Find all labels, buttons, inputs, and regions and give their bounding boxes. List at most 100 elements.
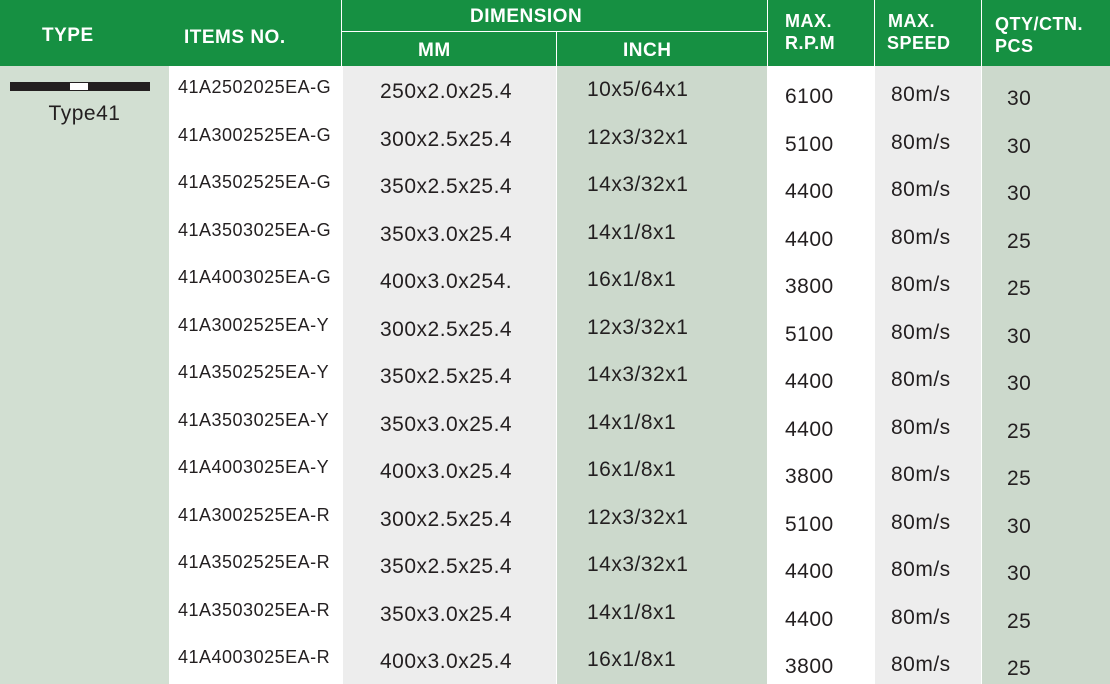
max-rpm-cell: 3800 [768, 446, 874, 494]
header-divider [341, 0, 342, 66]
item-number-cell: 41A4003025EA-Y [169, 446, 342, 494]
qty-per-carton-cell: 30 [982, 161, 1110, 209]
dimension-inch-cell: 14x1/8x1 [557, 398, 767, 446]
table-row: 41A2502025EA-G 250x2.0x25.4 10x5/64x1 6100 8… [169, 66, 1110, 114]
qty-per-carton-cell: 30 [982, 493, 1110, 541]
table-row: 41A3502525EA-Y 350x2.5x25.4 14x3/32x1 4400 8… [169, 351, 1110, 399]
table-row: 41A3002525EA-R 300x2.5x25.4 12x3/32x1 5100 8… [169, 493, 1110, 541]
table-row: 41A4003025EA-Y 400x3.0x25.4 16x1/8x1 3800 80… [169, 446, 1110, 494]
max-speed-cell: 80m/s [875, 446, 981, 494]
max-rpm-cell: 4400 [768, 541, 874, 589]
header-divider [874, 0, 875, 66]
qty-per-carton-cell: 25 [982, 636, 1110, 684]
max-rpm-cell: 3800 [768, 256, 874, 304]
header-divider [556, 31, 557, 66]
type-label: Type41 [48, 102, 121, 125]
max-speed-cell: 80m/s [875, 256, 981, 304]
dimension-mm-cell: 300x2.5x25.4 [343, 303, 556, 351]
table-row: 41A3503025EA-Y 350x3.0x25.4 14x1/8x1 4400 80… [169, 398, 1110, 446]
header-divider [767, 0, 768, 66]
max-speed-cell: 80m/s [875, 351, 981, 399]
item-number-cell: 41A4003025EA-G [169, 256, 342, 304]
max-rpm-cell: 3800 [768, 636, 874, 684]
qty-per-carton-cell: 30 [982, 113, 1110, 161]
item-number-cell: 41A3002525EA-G [169, 113, 342, 161]
dimension-inch-cell: 16x1/8x1 [557, 446, 767, 494]
max-speed-cell: 80m/s [875, 588, 981, 636]
item-number-cell: 41A3002525EA-R [169, 493, 342, 541]
header-mm: MM [418, 40, 451, 61]
max-speed-cell: 80m/s [875, 66, 981, 114]
item-number-cell: 41A4003025EA-R [169, 636, 342, 684]
dimension-mm-cell: 350x3.0x25.4 [343, 208, 556, 256]
max-rpm-cell: 5100 [768, 493, 874, 541]
table-row: 41A3002525EA-Y 300x2.5x25.4 12x3/32x1 5100 8… [169, 303, 1110, 351]
header-max-speed-line2: SPEED [887, 33, 951, 53]
max-rpm-cell: 6100 [768, 66, 874, 114]
table-row: 41A3002525EA-G 300x2.5x25.4 12x3/32x1 5100 8… [169, 113, 1110, 161]
max-speed-cell: 80m/s [875, 113, 981, 161]
max-speed-cell: 80m/s [875, 303, 981, 351]
header-max-speed-line1: MAX. [888, 11, 935, 31]
max-speed-cell: 80m/s [875, 493, 981, 541]
max-rpm-cell: 5100 [768, 303, 874, 351]
table-header: TYPE ITEMS NO. DIMENSION MM INCH MAX. R.… [0, 0, 1110, 66]
type-column: Type41 [0, 66, 169, 684]
table-row: 41A3502525EA-R 350x2.5x25.4 14x3/32x1 4400 8… [169, 541, 1110, 589]
dimension-mm-cell: 300x2.5x25.4 [343, 113, 556, 161]
max-speed-cell: 80m/s [875, 208, 981, 256]
qty-per-carton-cell: 25 [982, 256, 1110, 304]
dimension-inch-cell: 16x1/8x1 [557, 636, 767, 684]
qty-per-carton-cell: 25 [982, 446, 1110, 494]
header-inch: INCH [623, 40, 672, 61]
dimension-inch-cell: 14x3/32x1 [557, 351, 767, 399]
header-items-no: ITEMS NO. [184, 27, 286, 48]
max-rpm-cell: 5100 [768, 113, 874, 161]
header-max-rpm-line1: MAX. [785, 11, 832, 31]
header-qty-line2: PCS [995, 36, 1034, 56]
dimension-inch-cell: 10x5/64x1 [557, 66, 767, 114]
table-row: 41A3503025EA-R 350x3.0x25.4 14x1/8x1 4400 80… [169, 588, 1110, 636]
dimension-inch-cell: 12x3/32x1 [557, 303, 767, 351]
header-dimension: DIMENSION [470, 6, 583, 27]
header-max-rpm-line2: R.P.M [785, 33, 836, 53]
dimension-inch-cell: 14x3/32x1 [557, 541, 767, 589]
dimension-inch-cell: 14x1/8x1 [557, 588, 767, 636]
item-number-cell: 41A2502025EA-G [169, 66, 342, 114]
max-rpm-cell: 4400 [768, 161, 874, 209]
item-number-cell: 41A3503025EA-Y [169, 398, 342, 446]
max-rpm-cell: 4400 [768, 398, 874, 446]
dimension-inch-cell: 14x3/32x1 [557, 161, 767, 209]
max-speed-cell: 80m/s [875, 541, 981, 589]
header-divider [341, 31, 767, 32]
dimension-inch-cell: 12x3/32x1 [557, 113, 767, 161]
header-divider [981, 0, 982, 66]
dimension-mm-cell: 350x3.0x25.4 [343, 588, 556, 636]
dimension-mm-cell: 350x3.0x25.4 [343, 398, 556, 446]
item-number-cell: 41A3502525EA-R [169, 541, 342, 589]
item-number-cell: 41A3002525EA-Y [169, 303, 342, 351]
dimension-mm-cell: 400x3.0x254. [343, 256, 556, 304]
max-speed-cell: 80m/s [875, 398, 981, 446]
dimension-mm-cell: 250x2.0x25.4 [343, 66, 556, 114]
qty-per-carton-cell: 30 [982, 303, 1110, 351]
header-type: TYPE [42, 25, 94, 46]
table-row: 41A3502525EA-G 350x2.5x25.4 14x3/32x1 4400 8… [169, 161, 1110, 209]
max-speed-cell: 80m/s [875, 636, 981, 684]
max-rpm-cell: 4400 [768, 351, 874, 399]
item-number-cell: 41A3502525EA-G [169, 161, 342, 209]
type41-wheel-profile-icon [10, 82, 150, 91]
item-number-cell: 41A3502525EA-Y [169, 351, 342, 399]
wheel-hub [70, 83, 88, 90]
dimension-mm-cell: 350x2.5x25.4 [343, 351, 556, 399]
dimension-mm-cell: 300x2.5x25.4 [343, 493, 556, 541]
dimension-mm-cell: 400x3.0x25.4 [343, 636, 556, 684]
table-row: 41A4003025EA-G 400x3.0x254. 16x1/8x1 3800 80… [169, 256, 1110, 304]
table-row: 41A3503025EA-G 350x3.0x25.4 14x1/8x1 4400 80… [169, 208, 1110, 256]
max-speed-cell: 80m/s [875, 161, 981, 209]
dimension-inch-cell: 12x3/32x1 [557, 493, 767, 541]
qty-per-carton-cell: 30 [982, 541, 1110, 589]
qty-per-carton-cell: 30 [982, 66, 1110, 114]
dimension-inch-cell: 16x1/8x1 [557, 256, 767, 304]
item-number-cell: 41A3503025EA-G [169, 208, 342, 256]
